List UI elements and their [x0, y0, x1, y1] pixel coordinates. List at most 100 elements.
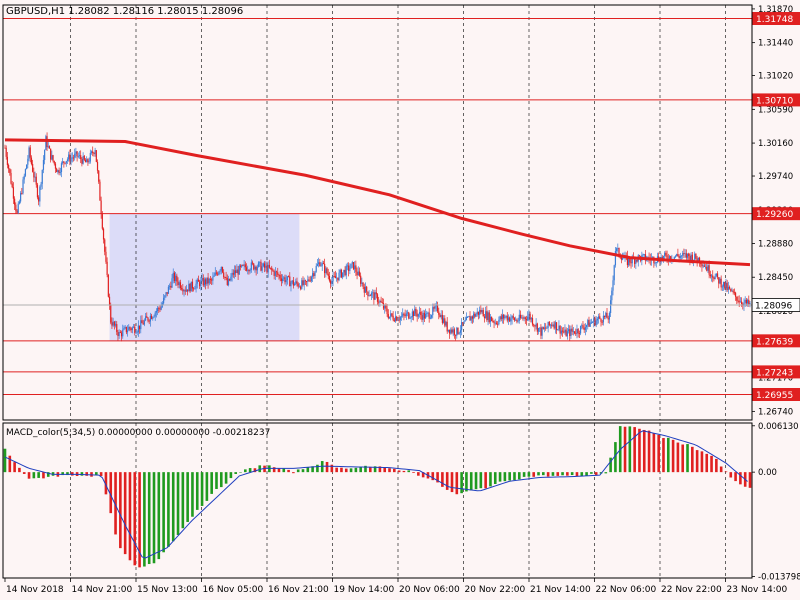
time-tick-label: 23 Nov 14:00 [727, 585, 788, 595]
candle-body [118, 332, 120, 337]
candle-body [105, 251, 107, 262]
candle-body [187, 289, 189, 292]
candle-body [398, 319, 400, 321]
macd-bar [123, 472, 127, 555]
candle-body [302, 280, 304, 285]
candle-body [613, 265, 615, 281]
candle-body [209, 279, 212, 280]
candle-body [388, 316, 391, 319]
macd-bar [585, 472, 588, 476]
candle-body [482, 310, 484, 317]
macd-bar [681, 444, 685, 473]
macd-bar [484, 472, 487, 489]
candle-body [60, 163, 63, 173]
candle-body [528, 313, 530, 317]
candle-body [301, 280, 303, 289]
candle-body [312, 273, 314, 277]
macd-bar [542, 472, 545, 476]
candle-body [325, 268, 327, 274]
candle-body [238, 265, 240, 275]
candle-body [50, 148, 52, 160]
candle-body [278, 274, 280, 276]
time-tick-label: 22 Nov 22:00 [661, 585, 722, 595]
time-tick-label: 19 Nov 14:00 [334, 585, 395, 595]
candle-body [745, 299, 747, 304]
candle-body [284, 277, 286, 283]
candle-body [607, 318, 609, 320]
candle-body [545, 327, 547, 329]
candle-body [380, 300, 382, 303]
candle-body [420, 311, 422, 316]
candle-body [364, 286, 367, 293]
candle-body [171, 278, 173, 288]
candle-body [88, 161, 90, 163]
candle-body [98, 170, 100, 182]
candle-body [299, 286, 302, 289]
macd-bar [522, 472, 526, 477]
macd-bar [152, 472, 156, 564]
candle-body [456, 327, 458, 336]
candle-body [628, 258, 630, 266]
candle-body [394, 316, 397, 322]
candle-body [339, 269, 341, 273]
candle-body [527, 316, 529, 321]
macd-bar [710, 455, 713, 473]
candle-body [599, 316, 601, 319]
candle-body [352, 262, 355, 270]
candle-body [636, 259, 638, 262]
candle-body [293, 283, 296, 286]
candle-body [309, 280, 311, 282]
candle-body [32, 163, 34, 172]
candle-body [140, 320, 142, 330]
candle-body [179, 282, 182, 289]
candle-body [596, 318, 598, 321]
candle-body [197, 279, 200, 282]
candle-body [17, 203, 19, 213]
candle-body [530, 318, 532, 320]
candle-body [201, 277, 203, 281]
macd-bar [239, 472, 242, 473]
candle-body [214, 272, 216, 276]
candle-body [84, 159, 87, 163]
candle-body [733, 292, 735, 294]
candle-body [114, 324, 117, 326]
candle-body [255, 266, 257, 271]
candle-body [261, 266, 263, 271]
candle-body [722, 281, 725, 287]
candle-body [14, 198, 16, 205]
macd-bar [95, 472, 98, 475]
candle-body [686, 253, 689, 258]
macd-bar [296, 469, 300, 473]
time-tick-label: 16 Nov 05:00 [203, 585, 264, 595]
candle-body [251, 262, 254, 264]
candle-body [134, 326, 136, 333]
candle-body [92, 151, 94, 154]
candle-body [289, 276, 291, 287]
candle-body [56, 168, 58, 173]
candle-body [71, 157, 73, 159]
candle-body [730, 288, 732, 292]
candle-body [158, 307, 160, 309]
trading-chart[interactable]: GBPUSD,H1 1.28082 1.28116 1.28015 1.2809… [0, 0, 800, 600]
candle-body [682, 253, 684, 256]
candle-body [332, 276, 334, 282]
candle-body [440, 314, 442, 318]
candle-body [35, 176, 37, 185]
candle-body [247, 270, 249, 271]
candle-body [564, 329, 566, 333]
candle-body [569, 329, 571, 337]
macd-bar [244, 469, 247, 473]
candle-body [221, 266, 224, 273]
candle-body [23, 175, 25, 180]
candle-body [533, 324, 535, 326]
candle-body [271, 267, 273, 271]
candle-body [21, 193, 23, 194]
candle-body [702, 265, 704, 267]
candle-body [321, 263, 323, 266]
candle-body [382, 303, 385, 309]
candle-body [164, 295, 166, 298]
candle-body [113, 321, 115, 326]
candle-body [120, 332, 123, 337]
candle-body [104, 239, 106, 252]
candle-body [507, 317, 510, 321]
